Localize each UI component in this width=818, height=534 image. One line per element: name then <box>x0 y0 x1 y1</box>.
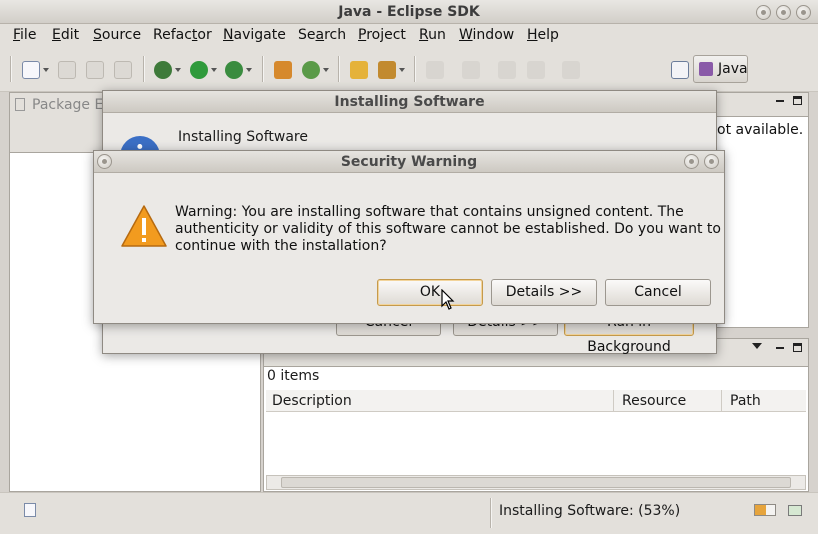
chevron-down-icon[interactable] <box>246 68 252 72</box>
security-warning-dialog: Security Warning Warning: You are instal… <box>93 150 725 324</box>
scrollbar-thumb[interactable] <box>281 477 791 488</box>
save-icon <box>58 61 76 79</box>
menu-file[interactable]: File <box>13 26 36 44</box>
external-tools-icon[interactable] <box>225 61 243 79</box>
security-dialog-title-bar: Security Warning <box>94 151 724 173</box>
column-path-label: Path <box>730 393 761 409</box>
java-perspective-icon <box>699 62 713 76</box>
chevron-down-icon[interactable] <box>399 68 405 72</box>
package-explorer-icon <box>15 98 25 111</box>
minimize-view-icon[interactable] <box>776 100 784 102</box>
close-button[interactable] <box>796 5 811 20</box>
warning-line-2: authenticity or validity of this softwar… <box>175 221 721 237</box>
menu-window[interactable]: Window <box>459 26 514 44</box>
previous-annotation-icon <box>462 61 480 79</box>
column-path[interactable]: Path <box>722 390 806 412</box>
open-type-icon[interactable] <box>350 61 368 79</box>
menu-edit[interactable]: Edit <box>52 26 79 44</box>
open-perspective-icon[interactable] <box>671 61 689 79</box>
minimize-button[interactable] <box>756 5 771 20</box>
toolbar-separator <box>262 56 264 82</box>
toolbar-separator <box>414 56 416 82</box>
progress-indicator[interactable] <box>754 504 776 516</box>
dialog-minimize-button[interactable] <box>684 154 699 169</box>
ok-label: OK <box>419 284 441 300</box>
security-warning-message: Warning: You are installing software tha… <box>175 204 721 255</box>
warning-icon <box>121 205 167 247</box>
toolbar-separator <box>10 56 12 82</box>
last-edit-icon <box>498 61 516 79</box>
minimize-view-icon[interactable] <box>776 347 784 349</box>
problems-count: 0 items <box>267 368 320 384</box>
status-bar <box>0 492 818 534</box>
menu-source[interactable]: Source <box>93 26 141 44</box>
chevron-down-icon[interactable] <box>323 68 329 72</box>
outline-message: ot available. <box>717 122 804 138</box>
next-annotation-icon <box>426 61 444 79</box>
run-icon[interactable] <box>190 61 208 79</box>
ok-button[interactable]: OK <box>377 279 483 306</box>
java-perspective-label: Java <box>718 61 748 77</box>
column-resource[interactable]: Resource <box>614 390 722 412</box>
menu-bar: File Edit Source Refactor Navigate Searc… <box>0 24 818 46</box>
chevron-down-icon[interactable] <box>43 68 49 72</box>
column-resource-label: Resource <box>622 393 687 409</box>
new-class-icon[interactable] <box>302 61 320 79</box>
mouse-cursor-icon <box>441 289 455 310</box>
forward-icon <box>562 61 580 79</box>
details-label: Details >> <box>505 284 583 300</box>
column-description[interactable]: Description <box>266 390 614 412</box>
debug-icon[interactable] <box>154 61 172 79</box>
horizontal-scrollbar[interactable] <box>266 475 806 490</box>
details-button[interactable]: Details >> <box>491 279 597 306</box>
maximize-view-icon[interactable] <box>793 96 802 105</box>
menu-refactor[interactable]: Refactor <box>153 26 212 44</box>
new-java-project-icon[interactable] <box>274 61 292 79</box>
security-dialog-title: Security Warning <box>340 154 478 170</box>
java-perspective-button[interactable]: Java <box>693 55 748 83</box>
window-title: Java - Eclipse SDK <box>338 4 480 20</box>
menu-navigate[interactable]: Navigate <box>223 26 286 44</box>
column-description-label: Description <box>272 393 352 409</box>
menu-run[interactable]: Run <box>419 26 446 44</box>
maximize-view-icon[interactable] <box>793 343 802 352</box>
save-all-icon <box>86 61 104 79</box>
print-icon <box>114 61 132 79</box>
maximize-button[interactable] <box>776 5 791 20</box>
dialog-menu-button[interactable] <box>97 154 112 169</box>
progress-fill <box>755 505 766 515</box>
toolbar-separator <box>338 56 340 82</box>
progress-status-text[interactable]: Installing Software: (53%) <box>499 503 680 519</box>
status-separator <box>490 498 492 528</box>
package-explorer-tab[interactable]: Package E <box>32 97 103 113</box>
warning-line-3: continue with the installation? <box>175 238 387 254</box>
chevron-down-icon[interactable] <box>175 68 181 72</box>
new-icon[interactable] <box>22 61 40 79</box>
dialog-close-button[interactable] <box>704 154 719 169</box>
warning-line-1: Warning: You are installing software tha… <box>175 204 684 220</box>
progress-view-icon[interactable] <box>788 505 802 516</box>
cancel-label: Cancel <box>634 284 682 300</box>
toolbar-separator <box>143 56 145 82</box>
fast-view-icon[interactable] <box>24 503 36 517</box>
installing-dialog-title-bar: Installing Software <box>103 91 716 113</box>
menu-help[interactable]: Help <box>527 26 559 44</box>
cancel-button[interactable]: Cancel <box>605 279 711 306</box>
installing-dialog-heading: Installing Software <box>178 129 308 145</box>
window-title-bar: Java - Eclipse SDK <box>0 0 818 24</box>
installing-dialog-title: Installing Software <box>334 94 485 110</box>
back-icon <box>527 61 545 79</box>
view-menu-icon[interactable] <box>752 343 762 349</box>
search-icon[interactable] <box>378 61 396 79</box>
chevron-down-icon[interactable] <box>211 68 217 72</box>
menu-search[interactable]: Search <box>298 26 346 44</box>
menu-project[interactable]: Project <box>358 26 406 44</box>
